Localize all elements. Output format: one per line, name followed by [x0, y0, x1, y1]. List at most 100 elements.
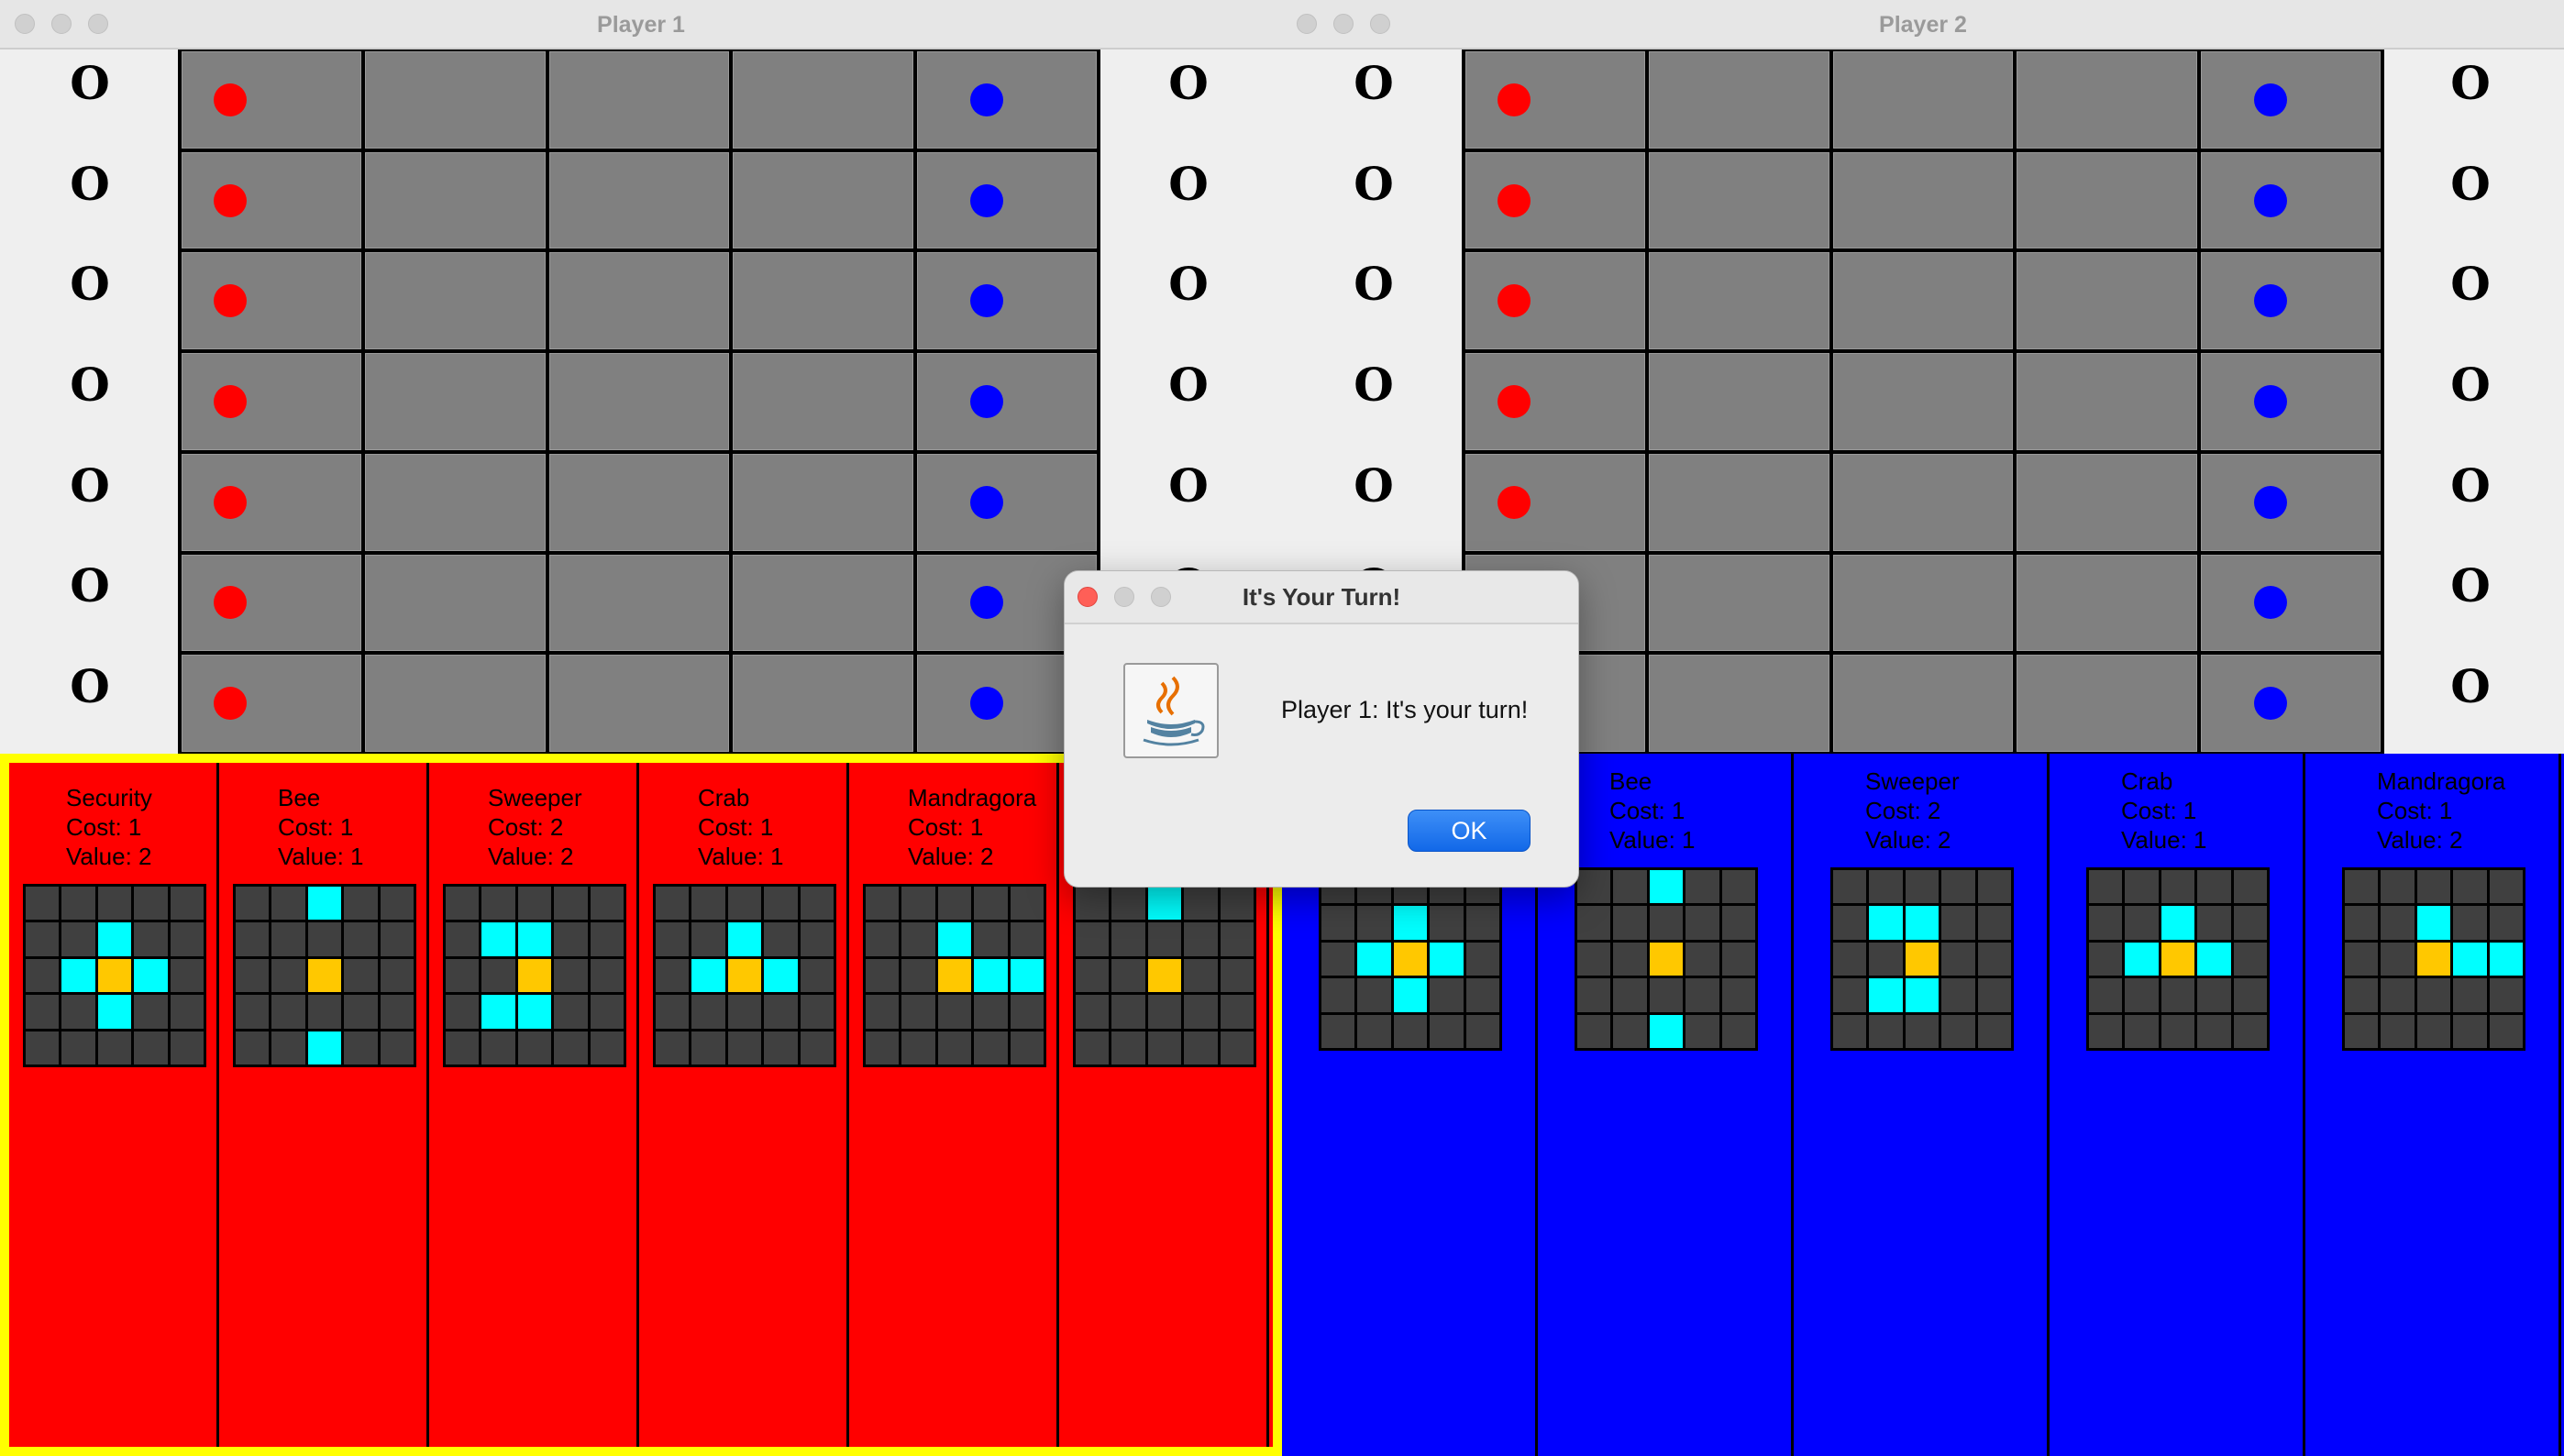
- board-cell[interactable]: [548, 554, 730, 652]
- red-pawn[interactable]: [214, 284, 247, 318]
- board-cell[interactable]: [1832, 151, 2014, 249]
- blue-pawn[interactable]: [969, 384, 1003, 418]
- board-cell[interactable]: [548, 353, 730, 450]
- board-cell[interactable]: [1649, 554, 1829, 652]
- board-cell[interactable]: [916, 252, 1097, 350]
- blue-pawn[interactable]: [2253, 284, 2287, 318]
- red-pawn[interactable]: [214, 384, 247, 418]
- card[interactable]: Sweeper Cost: 2 Value: 2: [1794, 754, 2050, 1456]
- board-cell[interactable]: [365, 252, 546, 350]
- board-cell[interactable]: [916, 51, 1097, 149]
- blue-pawn[interactable]: [969, 586, 1003, 620]
- ok-button[interactable]: OK: [1408, 810, 1531, 852]
- blue-pawn[interactable]: [2253, 183, 2287, 217]
- board-cell[interactable]: [2017, 655, 2197, 752]
- board-cell[interactable]: [916, 353, 1097, 450]
- card[interactable]: Sweeper Cost: 2 Value: 2: [429, 763, 639, 1447]
- blue-pawn[interactable]: [2253, 687, 2287, 721]
- card[interactable]: Crab Cost: 1 Value: 1: [2050, 754, 2305, 1456]
- board-cell[interactable]: [548, 51, 730, 149]
- blue-pawn[interactable]: [969, 284, 1003, 318]
- board-cell[interactable]: [2200, 252, 2381, 350]
- red-pawn[interactable]: [214, 687, 247, 721]
- board-cell[interactable]: [1649, 151, 1829, 249]
- board-cell[interactable]: [1649, 453, 1829, 551]
- board-cell[interactable]: [182, 554, 362, 652]
- card[interactable]: Mandragora Cost: 1 Value: 2: [849, 763, 1059, 1447]
- board-cell[interactable]: [2200, 453, 2381, 551]
- red-pawn[interactable]: [214, 183, 247, 217]
- board-cell[interactable]: [1465, 453, 1646, 551]
- board-cell[interactable]: [733, 151, 913, 249]
- board-cell[interactable]: [548, 453, 730, 551]
- board-cell[interactable]: [2017, 51, 2197, 149]
- close-dialog-icon[interactable]: [1078, 587, 1098, 607]
- board-cell[interactable]: [1649, 51, 1829, 149]
- board-cell[interactable]: [733, 252, 913, 350]
- card[interactable]: Security Cost: 1 Value: 2: [9, 763, 219, 1447]
- board-cell[interactable]: [1649, 655, 1829, 752]
- board-cell[interactable]: [1832, 252, 2014, 350]
- board-cell[interactable]: [182, 252, 362, 350]
- board-cell[interactable]: [1465, 252, 1646, 350]
- card[interactable]: Bee Cost: 1 Value: 1: [219, 763, 429, 1447]
- board-cell[interactable]: [1649, 353, 1829, 450]
- board-cell[interactable]: [2017, 554, 2197, 652]
- board-cell[interactable]: [733, 51, 913, 149]
- board-cell[interactable]: [1832, 51, 2014, 149]
- board-cell[interactable]: [2017, 353, 2197, 450]
- board-cell[interactable]: [2200, 353, 2381, 450]
- board-cell[interactable]: [365, 353, 546, 450]
- board-cell[interactable]: [365, 151, 546, 249]
- board-cell[interactable]: [365, 51, 546, 149]
- blue-pawn[interactable]: [969, 183, 1003, 217]
- board-cell[interactable]: [733, 453, 913, 551]
- board-cell[interactable]: [365, 554, 546, 652]
- board-cell[interactable]: [182, 655, 362, 752]
- board-cell[interactable]: [182, 353, 362, 450]
- board-cell[interactable]: [2200, 151, 2381, 249]
- red-pawn[interactable]: [1498, 83, 1531, 116]
- board-cell[interactable]: [2017, 453, 2197, 551]
- board-cell[interactable]: [1832, 554, 2014, 652]
- card[interactable]: Mandragora Cost: 1 Value: 2: [2305, 754, 2561, 1456]
- board-cell[interactable]: [548, 655, 730, 752]
- board-cell[interactable]: [1832, 453, 2014, 551]
- board-cell[interactable]: [1832, 353, 2014, 450]
- red-pawn[interactable]: [1498, 485, 1531, 519]
- board-cell[interactable]: [733, 353, 913, 450]
- board-cell[interactable]: [182, 453, 362, 551]
- board-cell[interactable]: [733, 554, 913, 652]
- board-cell[interactable]: [182, 51, 362, 149]
- board-cell[interactable]: [916, 151, 1097, 249]
- board-cell[interactable]: [182, 151, 362, 249]
- red-pawn[interactable]: [214, 586, 247, 620]
- board-cell[interactable]: [1832, 655, 2014, 752]
- board-cell[interactable]: [2017, 151, 2197, 249]
- board-cell[interactable]: [365, 655, 546, 752]
- blue-pawn[interactable]: [2253, 83, 2287, 116]
- board-cell[interactable]: [1465, 51, 1646, 149]
- board-cell[interactable]: [2200, 51, 2381, 149]
- blue-pawn[interactable]: [2253, 384, 2287, 418]
- red-pawn[interactable]: [214, 83, 247, 116]
- board-cell[interactable]: [916, 453, 1097, 551]
- red-pawn[interactable]: [1498, 183, 1531, 217]
- board-cell[interactable]: [2200, 655, 2381, 752]
- board-cell[interactable]: [548, 151, 730, 249]
- board-cell[interactable]: [365, 453, 546, 551]
- red-pawn[interactable]: [1498, 384, 1531, 418]
- board-cell[interactable]: [548, 252, 730, 350]
- red-pawn[interactable]: [214, 485, 247, 519]
- board-cell[interactable]: [733, 655, 913, 752]
- blue-pawn[interactable]: [2253, 586, 2287, 620]
- blue-pawn[interactable]: [969, 83, 1003, 116]
- board-cell[interactable]: [1465, 151, 1646, 249]
- board-cell[interactable]: [1649, 252, 1829, 350]
- board-cell[interactable]: [2200, 554, 2381, 652]
- board-cell[interactable]: [2017, 252, 2197, 350]
- red-pawn[interactable]: [1498, 284, 1531, 318]
- blue-pawn[interactable]: [969, 687, 1003, 721]
- card[interactable]: Crab Cost: 1 Value: 1: [639, 763, 849, 1447]
- blue-pawn[interactable]: [2253, 485, 2287, 519]
